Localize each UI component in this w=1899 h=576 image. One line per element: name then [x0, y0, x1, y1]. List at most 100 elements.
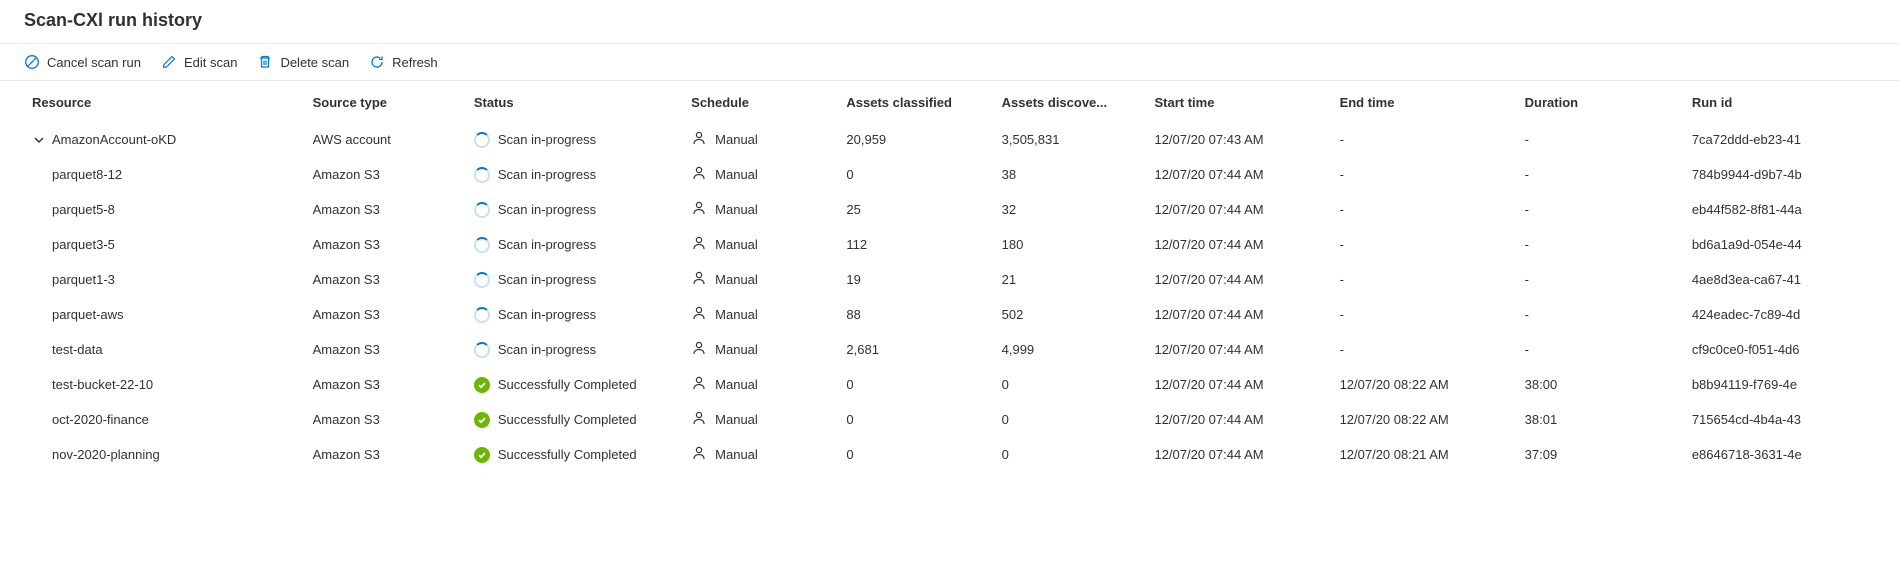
spinner-icon — [474, 132, 490, 148]
refresh-label: Refresh — [392, 55, 438, 70]
success-check-icon — [474, 412, 490, 428]
col-start[interactable]: Start time — [1146, 81, 1331, 122]
start-time: 12/07/20 07:44 AM — [1146, 437, 1331, 472]
refresh-icon — [369, 54, 385, 70]
table-header-row: Resource Source type Status Schedule Ass… — [24, 81, 1875, 122]
delete-scan-button[interactable]: Delete scan — [257, 54, 349, 70]
status-text: Successfully Completed — [498, 412, 637, 427]
table-row[interactable]: parquet8-12Amazon S3Scan in-progressManu… — [24, 157, 1875, 192]
assets-discovered: 0 — [994, 367, 1147, 402]
duration: - — [1517, 262, 1684, 297]
cancel-icon — [24, 54, 40, 70]
spinner-icon — [474, 272, 490, 288]
schedule-text: Manual — [715, 447, 758, 462]
col-resource[interactable]: Resource — [24, 81, 305, 122]
table-row[interactable]: parquet-awsAmazon S3Scan in-progressManu… — [24, 297, 1875, 332]
source-type: Amazon S3 — [305, 367, 466, 402]
col-schedule[interactable]: Schedule — [683, 81, 838, 122]
start-time: 12/07/20 07:43 AM — [1146, 122, 1331, 157]
col-discovered[interactable]: Assets discove... — [994, 81, 1147, 122]
run-id: b8b94119-f769-4e — [1684, 367, 1875, 402]
start-time: 12/07/20 07:44 AM — [1146, 262, 1331, 297]
schedule-text: Manual — [715, 377, 758, 392]
assets-classified: 0 — [838, 437, 993, 472]
schedule-text: Manual — [715, 307, 758, 322]
person-icon — [691, 130, 707, 149]
schedule-text: Manual — [715, 132, 758, 147]
run-history-table: Resource Source type Status Schedule Ass… — [24, 81, 1875, 472]
resource-name: parquet8-12 — [52, 167, 122, 182]
resource-name: parquet1-3 — [52, 272, 115, 287]
end-time: - — [1332, 332, 1517, 367]
edit-scan-button[interactable]: Edit scan — [161, 54, 237, 70]
assets-classified: 0 — [838, 367, 993, 402]
duration: - — [1517, 297, 1684, 332]
end-time: 12/07/20 08:21 AM — [1332, 437, 1517, 472]
assets-discovered: 4,999 — [994, 332, 1147, 367]
assets-discovered: 0 — [994, 402, 1147, 437]
duration: - — [1517, 122, 1684, 157]
chevron-down-icon[interactable] — [32, 134, 46, 146]
status-text: Scan in-progress — [498, 132, 596, 147]
table-row[interactable]: parquet5-8Amazon S3Scan in-progressManua… — [24, 192, 1875, 227]
assets-discovered: 0 — [994, 437, 1147, 472]
spinner-icon — [474, 342, 490, 358]
assets-classified: 25 — [838, 192, 993, 227]
col-duration[interactable]: Duration — [1517, 81, 1684, 122]
run-id: eb44f582-8f81-44a — [1684, 192, 1875, 227]
assets-classified: 112 — [838, 227, 993, 262]
spinner-icon — [474, 202, 490, 218]
status-text: Scan in-progress — [498, 272, 596, 287]
assets-discovered: 21 — [994, 262, 1147, 297]
table-row[interactable]: nov-2020-planningAmazon S3Successfully C… — [24, 437, 1875, 472]
edit-scan-label: Edit scan — [184, 55, 237, 70]
table-row[interactable]: parquet3-5Amazon S3Scan in-progressManua… — [24, 227, 1875, 262]
run-id: 4ae8d3ea-ca67-41 — [1684, 262, 1875, 297]
run-id: cf9c0ce0-f051-4d6 — [1684, 332, 1875, 367]
end-time: - — [1332, 192, 1517, 227]
col-status[interactable]: Status — [466, 81, 683, 122]
edit-icon — [161, 54, 177, 70]
assets-classified: 19 — [838, 262, 993, 297]
start-time: 12/07/20 07:44 AM — [1146, 157, 1331, 192]
duration: - — [1517, 192, 1684, 227]
spinner-icon — [474, 167, 490, 183]
refresh-button[interactable]: Refresh — [369, 54, 438, 70]
end-time: 12/07/20 08:22 AM — [1332, 402, 1517, 437]
schedule-text: Manual — [715, 342, 758, 357]
person-icon — [691, 410, 707, 429]
table-row[interactable]: AmazonAccount-oKDAWS accountScan in-prog… — [24, 122, 1875, 157]
cancel-scan-button[interactable]: Cancel scan run — [24, 54, 141, 70]
source-type: Amazon S3 — [305, 332, 466, 367]
cancel-scan-label: Cancel scan run — [47, 55, 141, 70]
table-row[interactable]: oct-2020-financeAmazon S3Successfully Co… — [24, 402, 1875, 437]
person-icon — [691, 270, 707, 289]
assets-discovered: 38 — [994, 157, 1147, 192]
table-row[interactable]: test-dataAmazon S3Scan in-progressManual… — [24, 332, 1875, 367]
person-icon — [691, 340, 707, 359]
assets-classified: 88 — [838, 297, 993, 332]
resource-name: nov-2020-planning — [52, 447, 160, 462]
start-time: 12/07/20 07:44 AM — [1146, 332, 1331, 367]
col-end[interactable]: End time — [1332, 81, 1517, 122]
delete-icon — [257, 54, 273, 70]
source-type: Amazon S3 — [305, 262, 466, 297]
toolbar: Cancel scan run Edit scan Delete scan Re… — [0, 44, 1899, 81]
assets-classified: 0 — [838, 157, 993, 192]
end-time: - — [1332, 227, 1517, 262]
end-time: - — [1332, 262, 1517, 297]
person-icon — [691, 445, 707, 464]
col-classified[interactable]: Assets classified — [838, 81, 993, 122]
status-text: Scan in-progress — [498, 237, 596, 252]
start-time: 12/07/20 07:44 AM — [1146, 192, 1331, 227]
table-row[interactable]: parquet1-3Amazon S3Scan in-progressManua… — [24, 262, 1875, 297]
col-source[interactable]: Source type — [305, 81, 466, 122]
delete-scan-label: Delete scan — [280, 55, 349, 70]
start-time: 12/07/20 07:44 AM — [1146, 402, 1331, 437]
status-text: Scan in-progress — [498, 167, 596, 182]
run-id: 715654cd-4b4a-43 — [1684, 402, 1875, 437]
col-runid[interactable]: Run id — [1684, 81, 1875, 122]
table-row[interactable]: test-bucket-22-10Amazon S3Successfully C… — [24, 367, 1875, 402]
resource-name: parquet-aws — [52, 307, 124, 322]
source-type: AWS account — [305, 122, 466, 157]
